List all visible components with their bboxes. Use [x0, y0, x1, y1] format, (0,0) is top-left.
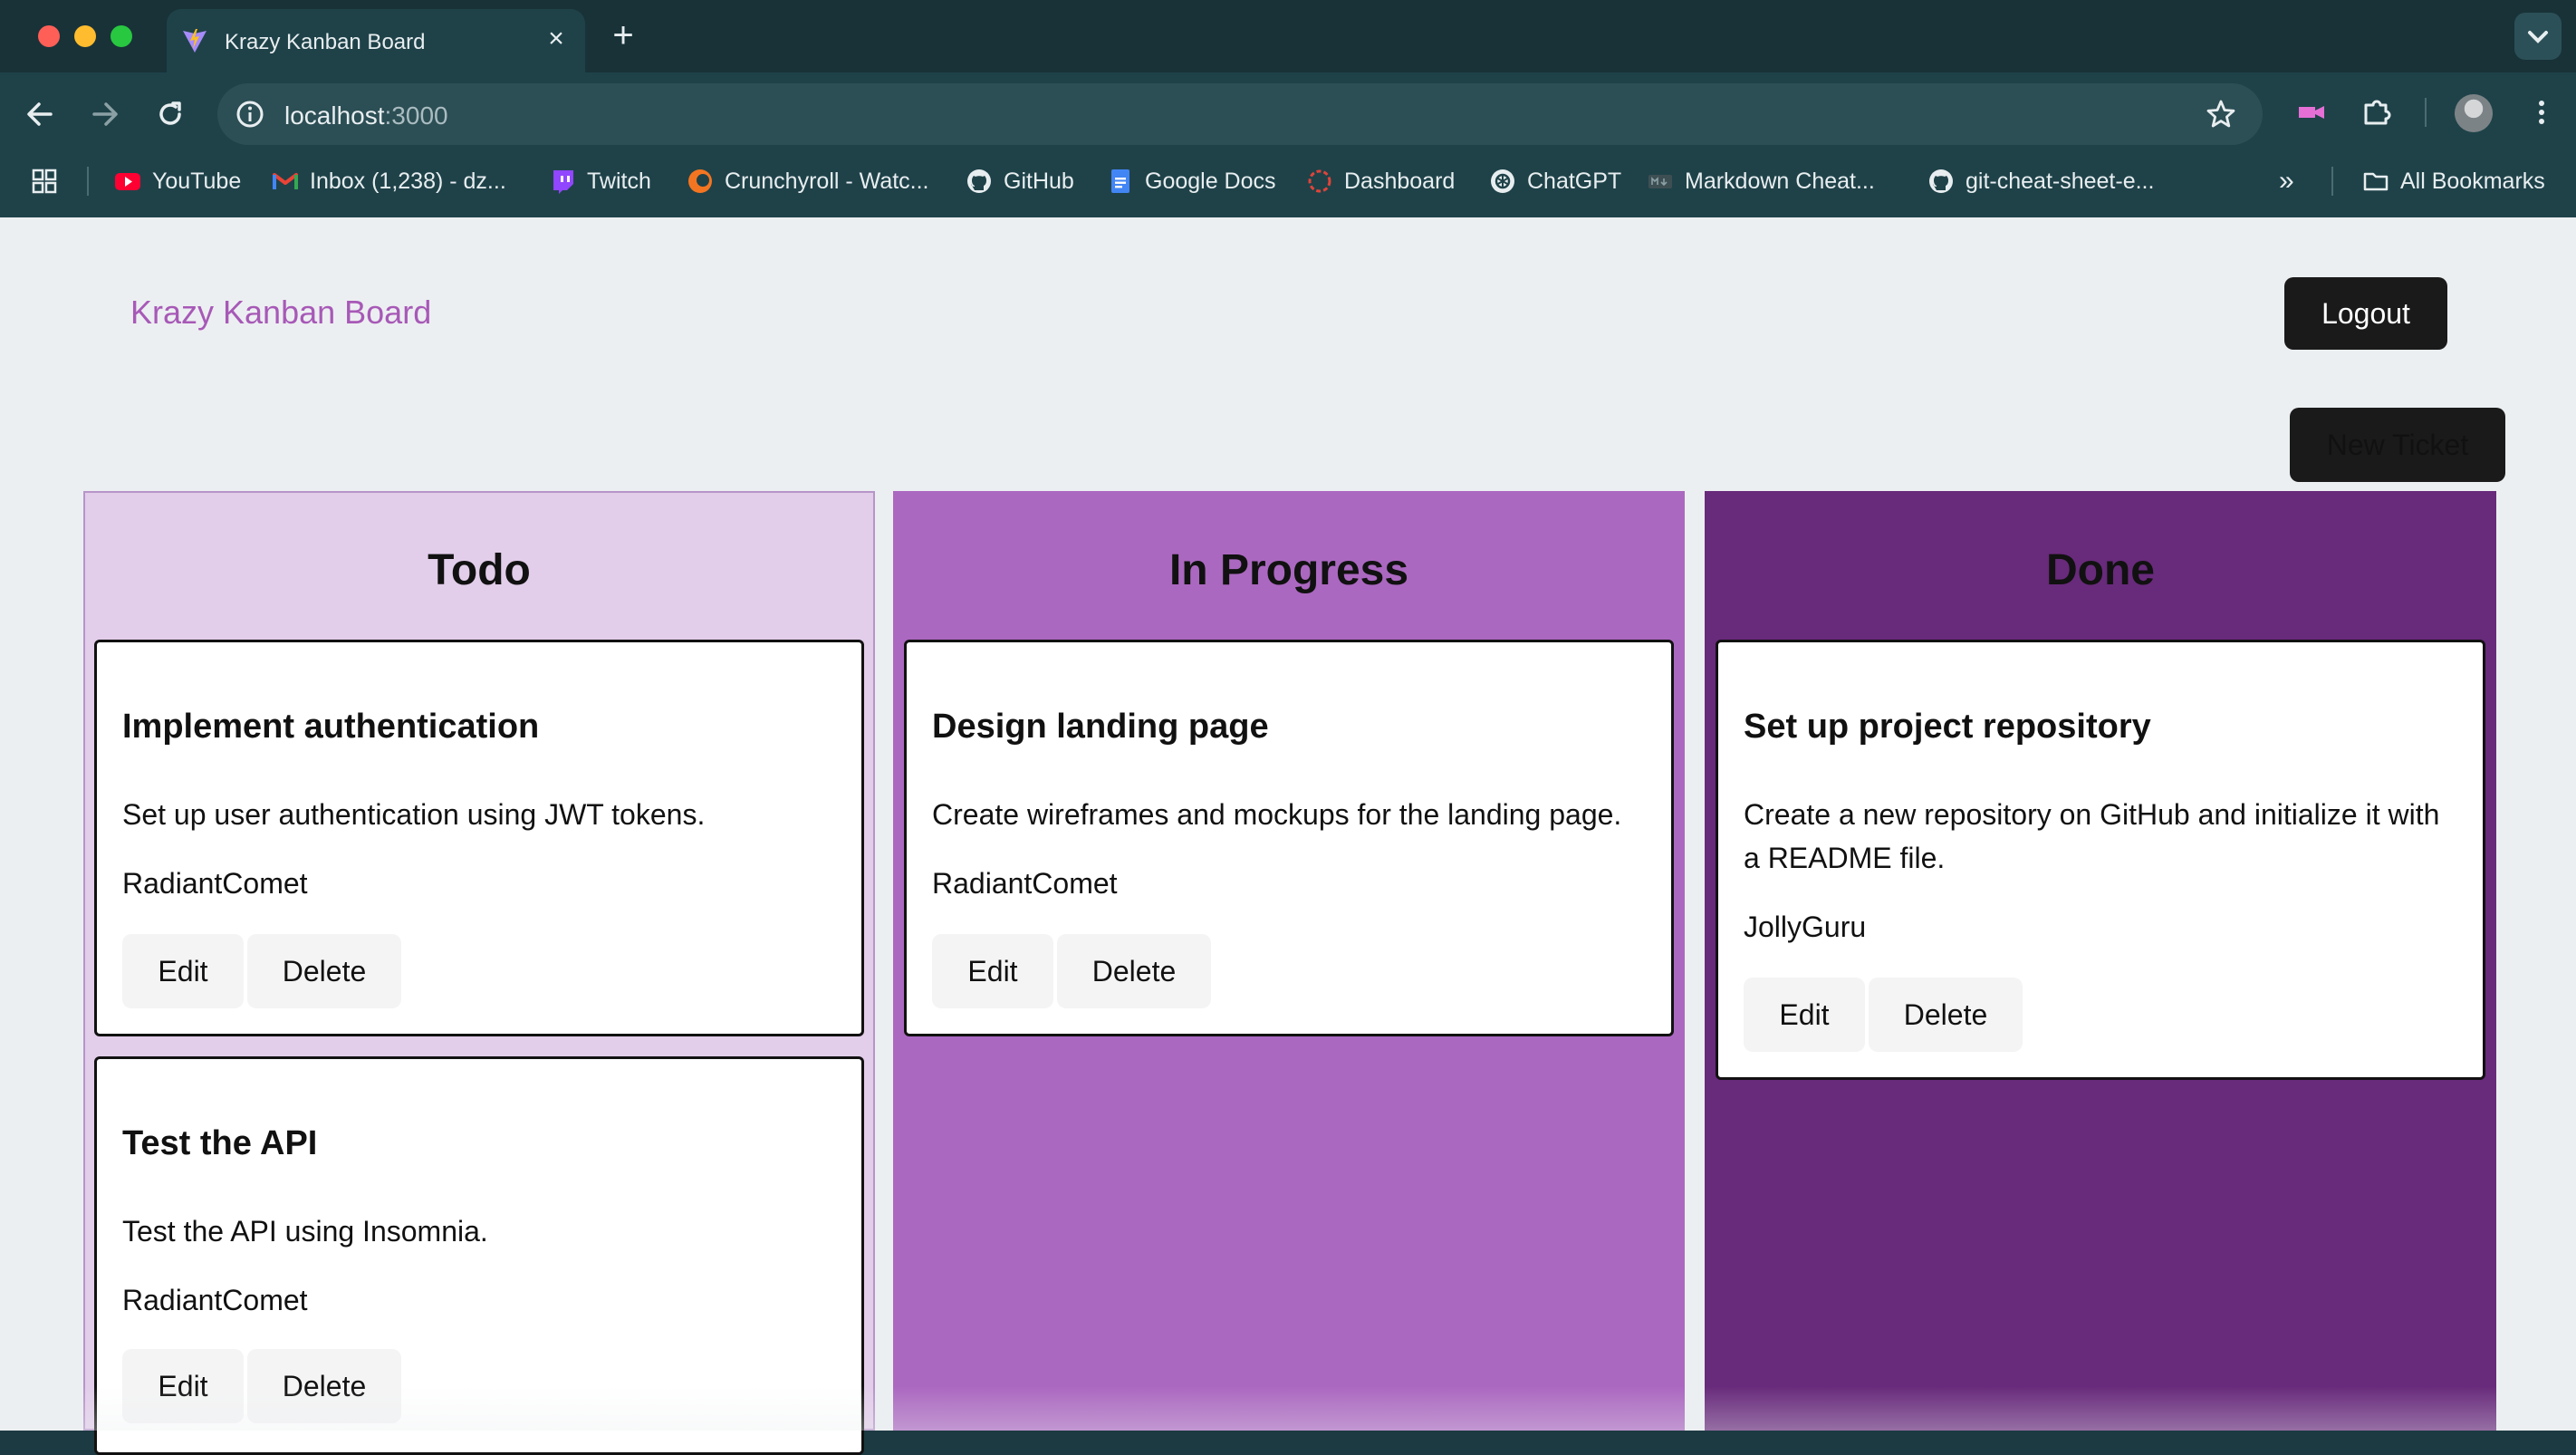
arrow-right-icon: [92, 102, 118, 126]
edit-button[interactable]: Edit: [122, 934, 244, 1008]
folder-icon: [2363, 172, 2389, 191]
close-window-button[interactable]: [38, 25, 60, 47]
ticket-description: Set up user authentication using JWT tok…: [122, 798, 706, 831]
profile-avatar[interactable]: [2455, 94, 2493, 132]
new-ticket-button[interactable]: New Ticket: [2290, 408, 2505, 482]
extensions-button[interactable]: [2355, 91, 2398, 134]
bookmark-google-docs[interactable]: Google Docs: [1107, 165, 1276, 198]
tab-search-button[interactable]: [2514, 13, 2562, 60]
ticket-assignee: RadiantComet: [122, 867, 308, 900]
twitch-icon: [553, 170, 573, 194]
ticket-description: Create wireframes and mockups for the la…: [932, 798, 1622, 831]
url-text: localhost:3000: [284, 101, 448, 130]
column-todo: Todo Implement authentication Set up use…: [83, 491, 875, 1455]
bookmark-chatgpt[interactable]: ChatGPT: [1489, 165, 1621, 198]
github-icon: [1929, 169, 1953, 193]
bookmark-crunchyroll[interactable]: Crunchyroll - Watc...: [687, 165, 929, 198]
delete-button[interactable]: Delete: [1869, 978, 2023, 1052]
apps-button[interactable]: [31, 165, 58, 198]
dashboard-icon: [1308, 169, 1331, 193]
bookmark-dashboard[interactable]: Dashboard: [1306, 165, 1455, 198]
site-info-icon[interactable]: [234, 98, 266, 130]
edit-button[interactable]: Edit: [122, 1349, 244, 1423]
gmail-icon: [273, 173, 298, 189]
app-brand[interactable]: Krazy Kanban Board: [130, 294, 431, 332]
bookmarks-overflow-button[interactable]: »: [2279, 165, 2294, 198]
reload-icon: [159, 101, 181, 125]
all-bookmarks-button[interactable]: All Bookmarks: [2362, 165, 2545, 198]
browser-tab[interactable]: Krazy Kanban Board ×: [167, 9, 585, 72]
delete-button[interactable]: Delete: [247, 1349, 401, 1423]
ticket-assignee: RadiantComet: [122, 1284, 308, 1316]
edit-button[interactable]: Edit: [932, 934, 1053, 1008]
bookmark-youtube[interactable]: YouTube: [114, 165, 241, 198]
youtube-icon: [115, 173, 140, 190]
column-title: Done: [2046, 546, 2155, 594]
reload-button[interactable]: [145, 89, 196, 140]
bookmark-markdown[interactable]: Markdown Cheat...: [1647, 165, 1875, 198]
extension-button[interactable]: [2290, 91, 2333, 134]
tab-title: Krazy Kanban Board: [225, 30, 426, 54]
ticket-description: Test the API using Insomnia.: [122, 1215, 488, 1248]
ticket-card: Design landing page Create wireframes an…: [904, 640, 1674, 1036]
bookmark-gmail[interactable]: Inbox (1,238) - dz...: [272, 165, 506, 198]
markdown-icon: [1648, 175, 1672, 188]
delete-button[interactable]: Delete: [247, 934, 401, 1008]
tab-strip: Krazy Kanban Board × +: [0, 0, 2576, 72]
crunchyroll-icon: [688, 169, 712, 193]
maximize-window-button[interactable]: [111, 25, 132, 47]
ticket-title: Test the API: [122, 1124, 318, 1162]
column-title: Todo: [428, 546, 531, 594]
delete-button[interactable]: Delete: [1057, 934, 1211, 1008]
edit-button[interactable]: Edit: [1744, 978, 1865, 1052]
column-done: Done Set up project repository Create a …: [1705, 491, 2496, 1431]
toolbar-divider: [2425, 98, 2427, 127]
app-page: Krazy Kanban Board Logout New Ticket Tod…: [0, 217, 2576, 1455]
bookmarks-divider: [2331, 167, 2333, 196]
ticket-card: Implement authentication Set up user aut…: [94, 640, 864, 1036]
bookmarks-bar: YouTube Inbox (1,238) - dz... Twitch Cru…: [0, 154, 2576, 208]
chevron-down-icon: [2528, 31, 2548, 43]
apps-grid-icon: [32, 169, 57, 194]
puzzle-icon: [2364, 100, 2391, 125]
column-in-progress: In Progress Design landing page Create w…: [893, 491, 1685, 1431]
column-title: In Progress: [1168, 546, 1409, 594]
back-button[interactable]: [14, 89, 65, 140]
new-tab-button[interactable]: +: [603, 16, 643, 56]
vite-icon: [183, 29, 207, 53]
bookmark-github[interactable]: GitHub: [966, 165, 1074, 198]
close-tab-icon[interactable]: ×: [540, 23, 572, 55]
forward-button[interactable]: [80, 89, 130, 140]
more-vertical-icon: [2539, 101, 2544, 124]
ticket-assignee: JollyGuru: [1744, 911, 1867, 943]
bookmark-twitch[interactable]: Twitch: [549, 165, 651, 198]
ticket-card: Test the API Test the API using Insomnia…: [94, 1056, 864, 1455]
extension-camera-icon: [2299, 106, 2324, 119]
bookmark-star-icon[interactable]: [2205, 98, 2237, 130]
address-bar[interactable]: localhost:3000: [217, 83, 2263, 145]
chatgpt-icon: [1491, 169, 1514, 193]
google-docs-icon: [1111, 169, 1129, 193]
ticket-title: Implement authentication: [122, 708, 540, 746]
ticket-title: Set up project repository: [1744, 708, 2151, 746]
ticket-card: Set up project repository Create a new r…: [1716, 640, 2485, 1080]
ticket-title: Design landing page: [932, 708, 1269, 746]
logout-button[interactable]: Logout: [2284, 277, 2447, 350]
ticket-description: Create a new repository on GitHub and in…: [1744, 798, 2440, 874]
ticket-assignee: RadiantComet: [932, 867, 1118, 900]
bookmarks-divider: [87, 167, 89, 196]
minimize-window-button[interactable]: [74, 25, 96, 47]
github-icon: [967, 169, 991, 193]
arrow-left-icon: [27, 102, 53, 126]
browser-chrome: Krazy Kanban Board × + localhost:3000 Yo…: [0, 0, 2576, 217]
browser-menu-button[interactable]: [2520, 91, 2563, 134]
bookmark-git-cheat-sheet[interactable]: git-cheat-sheet-e...: [1927, 165, 2154, 198]
